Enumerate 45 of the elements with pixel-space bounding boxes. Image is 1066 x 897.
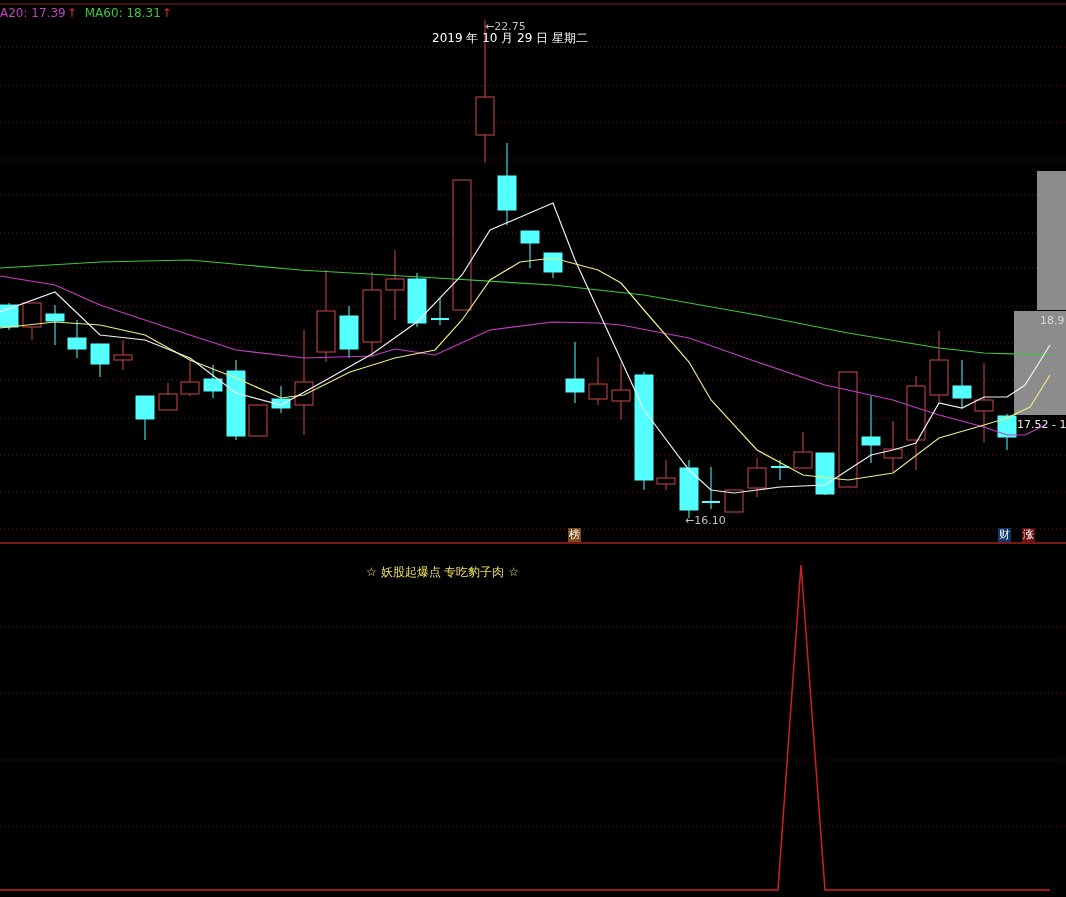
candlestick [135, 395, 155, 441]
candlestick [180, 359, 200, 397]
candlestick [45, 304, 65, 346]
candlestick [67, 319, 87, 359]
up-arrow-icon: ↑ [161, 6, 172, 20]
high-price-label: ←22.75 [485, 20, 526, 33]
candlestick [430, 297, 450, 326]
candlestick [385, 249, 405, 321]
candlestick [407, 272, 427, 328]
date-label: 2019 年 10 月 29 日 星期二 [432, 30, 588, 47]
candlestick [565, 341, 585, 404]
candlestick [158, 382, 178, 411]
candlestick [770, 459, 790, 481]
candlestick [113, 339, 133, 371]
candlestick [543, 252, 563, 279]
info-tag: 涨 [1022, 528, 1035, 542]
candlestick [724, 489, 744, 513]
candlestick [815, 452, 835, 496]
info-tag: 榜 [568, 528, 581, 542]
candlestick [861, 395, 881, 464]
candlestick [203, 364, 223, 399]
candlestick [997, 413, 1017, 451]
candlestick [22, 302, 42, 341]
candlestick [883, 420, 903, 473]
indicator-title: ☆ 妖股起爆点 专吃豹子肉 ☆ [366, 564, 519, 581]
candlestick [656, 459, 676, 491]
info-tag: 财 [998, 528, 1011, 542]
candlestick [747, 457, 767, 498]
candlestick [952, 359, 972, 409]
legend-label: MA60: 18.31 [84, 6, 161, 20]
candlestick [520, 230, 540, 269]
candlestick [0, 302, 19, 331]
candlestick [793, 431, 813, 469]
up-arrow-icon: ↑ [66, 6, 77, 20]
legend-label: A20: 17.39 [0, 6, 66, 20]
candlestick [611, 362, 631, 421]
candlestick [271, 385, 291, 414]
candlestick [588, 356, 608, 406]
price-label: 17.52 - 1 [1017, 418, 1066, 431]
low-price-label: ←16.10 [685, 514, 726, 527]
candlestick [248, 404, 268, 437]
price-label: 18.9 [1040, 314, 1065, 327]
candlestick [339, 305, 359, 359]
candlestick [90, 343, 110, 378]
candlestick [701, 466, 721, 510]
